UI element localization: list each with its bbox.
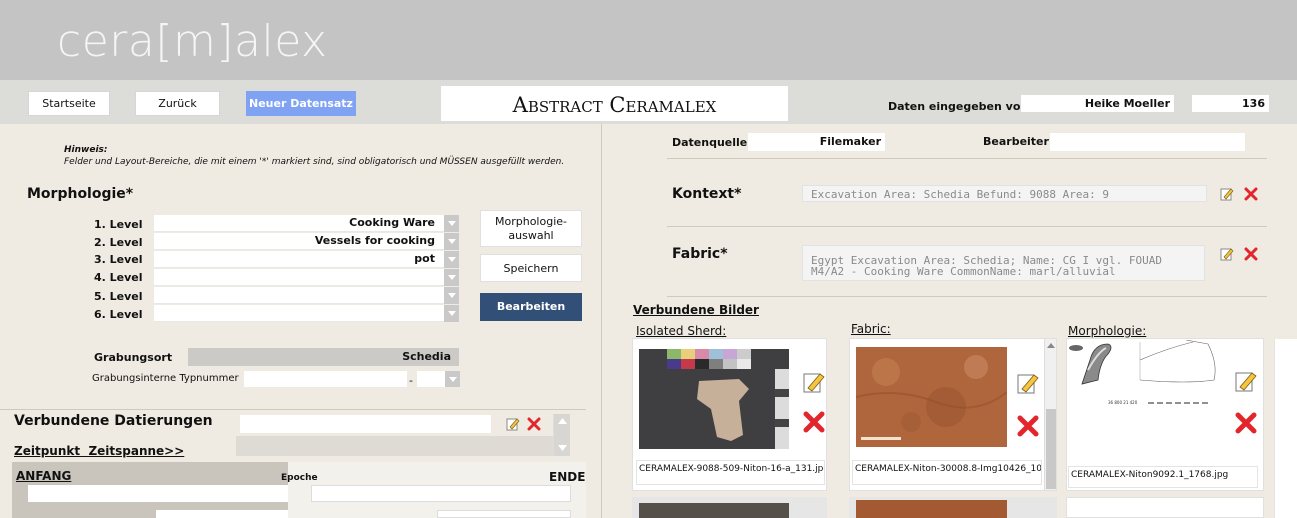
- verbundene-bilder-heading: Verbundene Bilder: [633, 303, 759, 317]
- column-divider: [601, 124, 602, 518]
- section-separator-1: [667, 158, 1267, 159]
- fabric-delete-icon[interactable]: [1244, 247, 1258, 264]
- scroll-thumb[interactable]: [1046, 409, 1056, 489]
- fabric-image-heading: Fabric:: [851, 322, 891, 336]
- page-title: Abstract Ceramalex: [441, 86, 788, 121]
- level-4-label: 4. Level: [94, 271, 143, 284]
- typnummer-dash: -: [409, 374, 413, 387]
- chevron-down-icon[interactable]: [555, 486, 570, 501]
- ende-label: ENDE: [549, 470, 586, 484]
- anfang-select[interactable]: [28, 485, 288, 502]
- speichern-button[interactable]: Speichern: [480, 254, 582, 282]
- isolated-sherd-heading: Isolated Sherd:: [636, 324, 727, 338]
- datierung-field-2[interactable]: [236, 436, 554, 456]
- typnummer-input[interactable]: [244, 371, 407, 387]
- datierungen-scrollbar[interactable]: [553, 414, 570, 456]
- fabric-edit-icon[interactable]: [1220, 247, 1234, 264]
- datierung-edit-icon[interactable]: [506, 417, 520, 434]
- epoche-label: Epoche: [281, 473, 318, 483]
- bearbeiter-label: Bearbeiter: [983, 135, 1049, 148]
- ceramalex-logo: cera[m]alex: [57, 16, 328, 67]
- anfang-label: ANFANG: [16, 469, 72, 483]
- scroll-up-icon[interactable]: [558, 418, 567, 424]
- fabric-image-filename: CERAMALEX-Niton-30008.8-Img10426_10.jpg: [852, 460, 1042, 485]
- record-number-field: 136: [1192, 95, 1269, 112]
- isolated-sherd-image[interactable]: [639, 349, 789, 449]
- kontext-edit-icon[interactable]: [1220, 187, 1234, 204]
- chevron-down-icon[interactable]: [445, 371, 460, 387]
- neuer-datensatz-button[interactable]: Neuer Datensatz: [246, 91, 356, 116]
- scroll-up-icon[interactable]: [1047, 343, 1055, 348]
- morphologie-image-heading: Morphologie:: [1068, 324, 1147, 338]
- grabungsort-field[interactable]: Schedia: [188, 348, 459, 366]
- level-5-chevron-down-icon[interactable]: [444, 287, 459, 304]
- kontext-label: Kontext*: [672, 186, 742, 202]
- datenquelle-label: Datenquelle: [672, 136, 748, 149]
- level-3-select[interactable]: pot: [154, 251, 459, 268]
- morphologie-image-filename: CERAMALEX-Niton9092.1_1768.jpg: [1068, 466, 1258, 488]
- level-6-label: 6. Level: [94, 308, 143, 321]
- datierung-field[interactable]: [240, 415, 491, 433]
- morphologie-image-delete-icon[interactable]: [1235, 412, 1257, 437]
- chevron-down-icon[interactable]: [273, 485, 288, 502]
- level-1-chevron-down-icon[interactable]: [444, 215, 459, 232]
- isolated-sherd-image-2[interactable]: [639, 503, 789, 518]
- isolated-sherd-filename: CERAMALEX-9088-509-Niton-16-a_131.jpg: [636, 460, 825, 485]
- datierungen-separator: [0, 409, 586, 410]
- ende-select-2[interactable]: [437, 510, 571, 518]
- morphologie-image[interactable]: 36 800 21 420: [1068, 340, 1220, 412]
- level-5-select[interactable]: [154, 287, 459, 304]
- fabric-image-delete-icon[interactable]: [1017, 415, 1039, 440]
- svg-text:36 800 21 420: 36 800 21 420: [1108, 400, 1138, 405]
- bearbeiten-button[interactable]: Bearbeiten: [480, 293, 582, 321]
- fabric-image-edit-icon[interactable]: [1017, 372, 1039, 397]
- zurueck-button[interactable]: Zurück: [135, 91, 220, 116]
- grabungsort-label: Grabungsort: [94, 351, 173, 364]
- daten-eingegeben-label: Daten eingegeben von: [888, 100, 1029, 113]
- fabric-label: Fabric*: [672, 246, 728, 262]
- level-4-chevron-down-icon[interactable]: [444, 269, 459, 286]
- fabric-image[interactable]: [856, 347, 1007, 447]
- bearbeiter-field[interactable]: [1050, 133, 1245, 151]
- datenquelle-field[interactable]: Filemaker: [748, 133, 885, 151]
- daten-user-field[interactable]: Heike Moeller: [1021, 95, 1174, 112]
- fabric-field[interactable]: Egypt Excavation Area: Schedia; Name: CG…: [802, 245, 1205, 281]
- morphologie-image-edit-icon[interactable]: [1235, 370, 1257, 395]
- level-4-select[interactable]: [154, 269, 459, 286]
- fabric-image-scrollbar[interactable]: [1044, 339, 1056, 490]
- anfang-select-2[interactable]: [156, 510, 288, 518]
- morphologie-auswahl-button[interactable]: Morphologie-auswahl: [480, 210, 582, 247]
- zeitpunkt-zeitspanne-link[interactable]: Zeitpunkt Zeitspanne>>: [14, 444, 184, 458]
- level-2-label: 2. Level: [94, 236, 143, 249]
- datierungen-heading: Verbundene Datierungen: [14, 413, 213, 429]
- fabric-image-2[interactable]: [856, 500, 1007, 518]
- level-2-chevron-down-icon[interactable]: [444, 233, 459, 250]
- kontext-delete-icon[interactable]: [1244, 187, 1258, 204]
- ende-select[interactable]: [311, 485, 571, 502]
- section-separator-2: [667, 226, 1267, 227]
- page-scrollbar[interactable]: [1274, 339, 1297, 518]
- level-6-chevron-down-icon[interactable]: [444, 305, 459, 322]
- morphologie-image-panel-2: [1066, 497, 1264, 518]
- kontext-field[interactable]: Excavation Area: Schedia Befund: 9088 Ar…: [802, 185, 1207, 202]
- level-1-select[interactable]: Cooking Ware: [154, 215, 459, 232]
- level-1-label: 1. Level: [94, 218, 143, 231]
- morphologie-heading: Morphologie*: [27, 186, 134, 202]
- hint-text: Felder und Layout-Bereiche, die mit eine…: [64, 157, 565, 167]
- isolated-sherd-edit-icon[interactable]: [803, 371, 825, 396]
- scroll-down-icon[interactable]: [558, 445, 567, 451]
- datierung-delete-icon[interactable]: [527, 417, 541, 434]
- typnummer-label: Grabungsinterne Typnummer: [92, 373, 239, 384]
- section-separator-3: [667, 296, 1267, 297]
- startseite-button[interactable]: Startseite: [28, 91, 110, 116]
- isolated-sherd-delete-icon[interactable]: [803, 411, 825, 436]
- level-5-label: 5. Level: [94, 290, 143, 303]
- level-3-label: 3. Level: [94, 253, 143, 266]
- typnummer-suffix-select[interactable]: [417, 371, 460, 387]
- level-6-select[interactable]: [154, 305, 459, 322]
- level-3-chevron-down-icon[interactable]: [444, 251, 459, 268]
- level-2-select[interactable]: Vessels for cooking: [154, 233, 459, 250]
- hint-title: Hinweis:: [64, 145, 108, 155]
